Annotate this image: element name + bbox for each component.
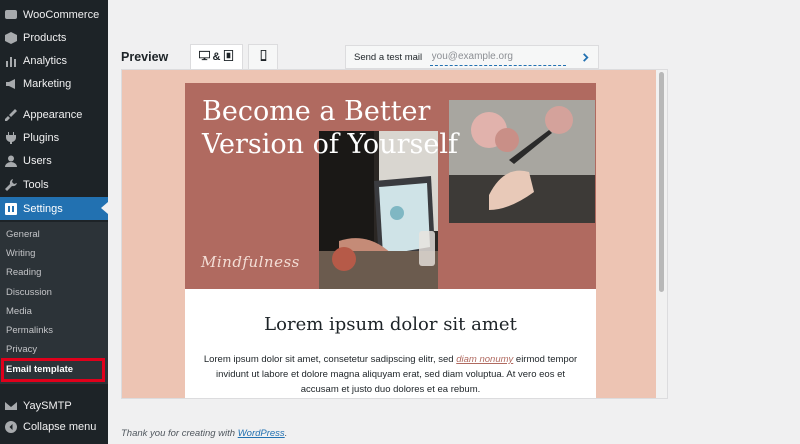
- tab-desktop[interactable]: &: [190, 44, 243, 70]
- scrollbar-thumb[interactable]: [659, 72, 664, 292]
- woocommerce-icon: [5, 9, 17, 21]
- sidebar-item-label: Settings: [23, 202, 63, 215]
- sidebar-item-yaysmtp[interactable]: YaySMTP: [0, 394, 108, 417]
- submenu-item-general[interactable]: General: [6, 229, 40, 240]
- email-hero: Become a Better Version of Yourself Mind…: [185, 83, 596, 289]
- box-icon: [5, 31, 17, 44]
- footer-end: .: [284, 428, 288, 439]
- preview-scrollbar[interactable]: [656, 70, 667, 398]
- sidebar-item-analytics[interactable]: Analytics: [0, 49, 108, 72]
- footer-note: Thank you for creating with WordPress.: [121, 428, 287, 439]
- email-body-text: Lorem ipsum dolor sit amet, consetetur s…: [199, 352, 582, 397]
- flower-photo: [449, 100, 595, 223]
- sidebar-item-products[interactable]: Products: [0, 26, 108, 49]
- test-mail-input[interactable]: [429, 48, 567, 66]
- highlight-annotation: [1, 358, 105, 382]
- tab-desktop-amp: &: [212, 51, 221, 63]
- sidebar-item-plugins[interactable]: Plugins: [0, 126, 108, 149]
- submenu-item-reading[interactable]: Reading: [6, 267, 41, 278]
- hero-title: Become a Better Version of Yourself: [202, 96, 458, 160]
- submenu-item-writing[interactable]: Writing: [6, 248, 35, 259]
- submenu-item-discussion[interactable]: Discussion: [6, 287, 52, 298]
- sidebar-item-users[interactable]: Users: [0, 149, 108, 172]
- tab-mobile[interactable]: [248, 44, 278, 70]
- send-test-mail-button[interactable]: [572, 46, 598, 68]
- sidebar-item-tools[interactable]: Tools: [0, 173, 108, 196]
- sidebar-item-label: Users: [23, 154, 52, 167]
- monitor-icon: [198, 50, 210, 64]
- sidebar-item-marketing[interactable]: Marketing: [0, 72, 108, 95]
- submenu-item-privacy[interactable]: Privacy: [6, 344, 37, 355]
- plug-icon: [5, 131, 17, 144]
- sidebar-item-appearance[interactable]: Appearance: [0, 103, 108, 126]
- settings-icon: [5, 202, 17, 215]
- sidebar-item-label: WooCommerce: [23, 8, 100, 21]
- submenu-item-permalinks[interactable]: Permalinks: [6, 325, 53, 336]
- email-body: Lorem ipsum dolor sit amet Lorem ipsum d…: [185, 289, 596, 398]
- email-template: Become a Better Version of Yourself Mind…: [185, 83, 596, 398]
- paintbrush-icon: [5, 108, 17, 121]
- sidebar-item-label: Products: [23, 31, 67, 44]
- megaphone-icon: [5, 78, 17, 90]
- body-text-part: Lorem ipsum dolor sit amet, consetetur s…: [203, 354, 457, 365]
- wordpress-link[interactable]: WordPress: [238, 428, 285, 439]
- chevron-right-icon: [582, 52, 589, 62]
- sidebar-item-woocommerce[interactable]: WooCommerce: [0, 3, 108, 26]
- submenu-item-media[interactable]: Media: [6, 306, 32, 317]
- sidebar-item-label: Tools: [23, 178, 49, 191]
- email-preview-frame: Become a Better Version of Yourself Mind…: [121, 69, 668, 399]
- test-mail-label: Send a test mail: [354, 51, 423, 63]
- top-bar: [108, 0, 800, 38]
- collapse-icon: [5, 420, 17, 433]
- footer-text: Thank you for creating with: [121, 428, 238, 439]
- mobile-icon: [258, 50, 269, 64]
- wrench-icon: [5, 178, 17, 191]
- test-mail-form: Send a test mail: [345, 45, 599, 69]
- preview-label: Preview: [121, 50, 169, 64]
- sidebar-item-settings[interactable]: Settings: [0, 197, 108, 220]
- user-icon: [5, 155, 17, 167]
- mail-icon: [5, 400, 17, 412]
- sidebar-item-label: Plugins: [23, 131, 60, 144]
- sidebar-item-label: YaySMTP: [23, 399, 72, 412]
- admin-sidebar: WooCommerce Products Analytics Marketing…: [0, 0, 108, 444]
- sidebar-item-label: Appearance: [23, 108, 83, 121]
- main-content: Preview & Send a test mail you@example.o…: [108, 0, 800, 444]
- sidebar-item-label: Marketing: [23, 77, 72, 90]
- body-link[interactable]: diam nonumy: [456, 354, 513, 365]
- tablet-icon: [223, 50, 234, 64]
- sidebar-item-label: Collapse menu: [23, 420, 97, 433]
- collapse-menu-button[interactable]: Collapse menu: [0, 415, 108, 438]
- bar-chart-icon: [5, 55, 17, 67]
- email-heading: Lorem ipsum dolor sit amet: [264, 314, 517, 335]
- sidebar-item-label: Analytics: [23, 54, 68, 67]
- hero-tagline: Mindfulness: [201, 253, 300, 271]
